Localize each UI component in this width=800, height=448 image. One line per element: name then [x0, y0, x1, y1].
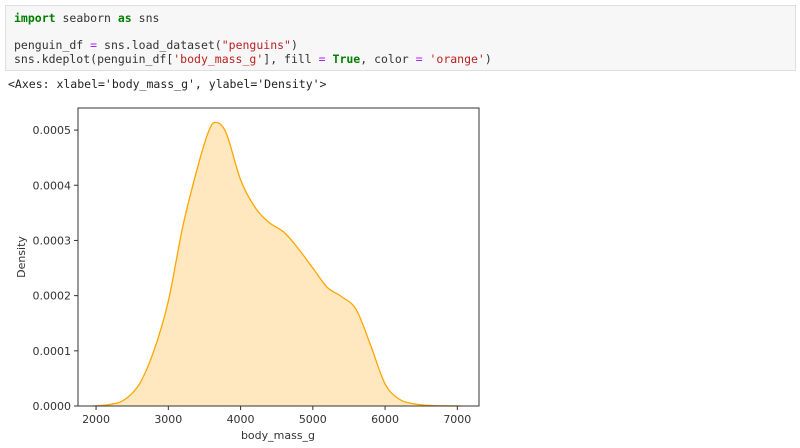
code-text: sns.kdeplot(penguin_df[ [14, 51, 174, 66]
code-text: seaborn [55, 11, 118, 25]
y-tick-label: 0.0003 [33, 234, 72, 247]
code-line: sns.kdeplot(penguin_df['body_mass_g'], f… [14, 52, 492, 66]
operator: = [415, 51, 423, 66]
code-text: penguin_df [14, 38, 91, 52]
x-tick-label: 5000 [299, 413, 327, 426]
code-text: ], fill [263, 51, 319, 66]
operator: = [318, 51, 326, 66]
y-tick-label: 0.0004 [33, 179, 72, 192]
code-text: sns [131, 11, 160, 25]
code-text: ) [484, 51, 492, 66]
kde-plot: 2000 3000 4000 5000 6000 7000 0.0000 0.0001 0.00… [15, 107, 480, 442]
code-text: ) [290, 38, 298, 52]
y-axis-label: Density [15, 236, 28, 278]
y-tick-label: 0.0001 [33, 345, 72, 358]
cell-output-text: <Axes: xlabel='body_mass_g', ylabel='Den… [8, 77, 327, 91]
x-tick-label: 6000 [371, 413, 399, 426]
code-line: import seaborn as sns [14, 11, 159, 25]
string: 'body_mass_g' [173, 51, 264, 66]
x-tick-label: 7000 [443, 413, 471, 426]
x-tick-label: 2000 [82, 413, 110, 426]
x-tick-label: 4000 [227, 413, 255, 426]
x-axis-label: body_mass_g [241, 429, 315, 442]
keyword: import [14, 11, 56, 25]
string: "penguins" [221, 38, 291, 52]
string: 'orange' [422, 51, 485, 66]
x-tick-label: 3000 [154, 413, 182, 426]
y-tick-label: 0.0005 [33, 124, 72, 137]
y-tick-label: 0.0000 [33, 400, 72, 413]
code-text: , color [360, 51, 416, 66]
code-line: penguin_df = sns.load_dataset("penguins"… [14, 38, 298, 52]
keyword: True [325, 51, 361, 66]
keyword: as [117, 11, 132, 25]
code-text: sns.load_dataset( [97, 38, 222, 52]
density-fill [92, 122, 461, 406]
y-tick-label: 0.0002 [33, 290, 72, 303]
code-cell[interactable]: import seaborn as sns penguin_df = sns.l… [5, 5, 796, 71]
